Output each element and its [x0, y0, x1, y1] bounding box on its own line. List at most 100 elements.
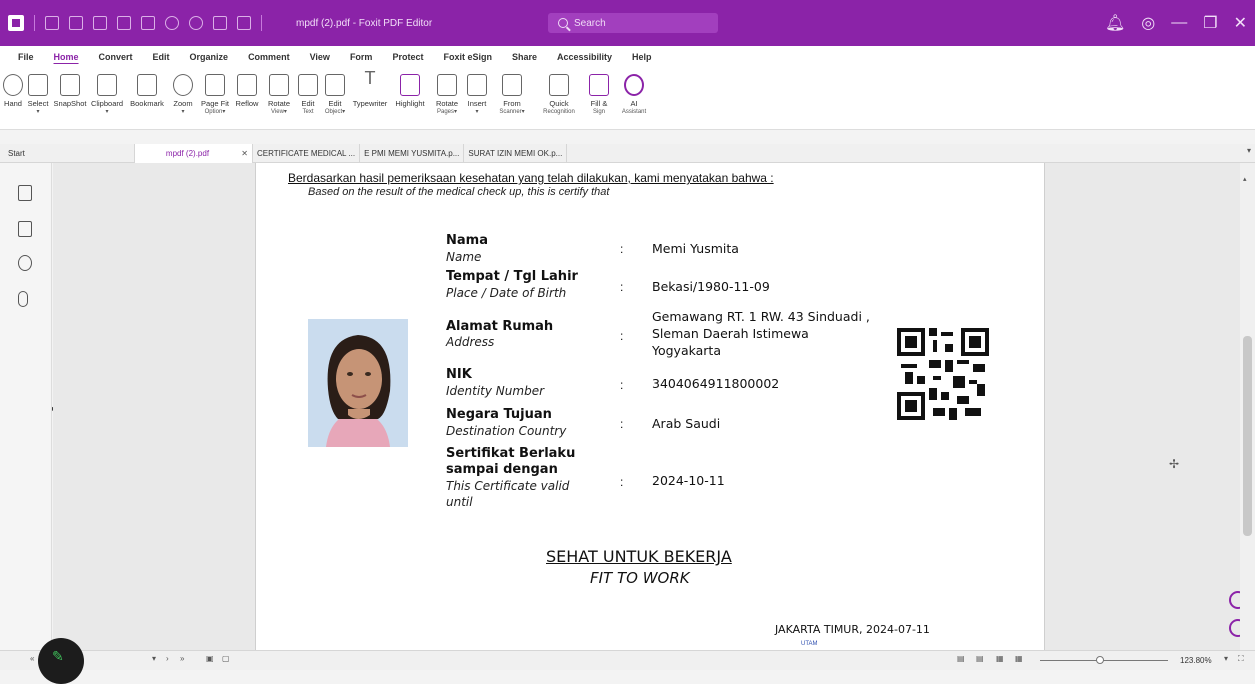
menu-help[interactable]: Help	[622, 46, 662, 68]
select-button[interactable]: Select ▾	[24, 68, 52, 117]
open-icon[interactable]	[45, 16, 59, 30]
from-scanner-button[interactable]: From Scanner▾	[490, 68, 534, 117]
pages-panel-icon[interactable]	[18, 221, 32, 237]
tab-e-pmi[interactable]: E PMI MEMI YUSMITA.p...	[360, 143, 465, 163]
support-icon[interactable]	[1229, 619, 1240, 637]
highlight-button[interactable]: Highlight	[390, 68, 430, 108]
navigation-panel	[0, 163, 52, 650]
menu-share[interactable]: Share	[502, 46, 547, 68]
scroll-up-icon[interactable]: ▴	[1243, 175, 1247, 183]
scroll-thumb[interactable]	[1243, 336, 1252, 536]
bookmark-panel-icon[interactable]	[18, 185, 32, 201]
field-valid-colon: :	[620, 475, 624, 489]
continuous-view-icon[interactable]: ▤	[976, 654, 984, 663]
new-icon[interactable]	[117, 16, 131, 30]
redo-icon[interactable]	[189, 16, 203, 30]
field-country-sublabel: Destination Country	[446, 424, 567, 438]
ai-chat-icon[interactable]	[1229, 591, 1240, 609]
menu-home[interactable]: Home	[44, 46, 89, 68]
hand-tool-icon[interactable]	[213, 16, 227, 30]
tab-list-chevron-icon[interactable]: ▾	[1247, 146, 1251, 155]
document-canvas[interactable]: Berdasarkan hasil pemeriksaan kesehatan …	[53, 163, 1240, 650]
menu-view[interactable]: View	[300, 46, 340, 68]
edit-text-button[interactable]: Edit Text	[296, 68, 320, 117]
menu-comment[interactable]: Comment	[238, 46, 300, 68]
highlight-icon	[400, 74, 420, 96]
insert-button[interactable]: Insert ▾	[464, 68, 490, 117]
bell-icon[interactable]: 🔔︎	[1105, 13, 1125, 33]
field-nik-label: NIK	[446, 367, 472, 382]
search-input[interactable]: Search	[548, 13, 718, 33]
fullscreen-icon[interactable]: ⛶	[1238, 654, 1244, 664]
pdf-page: Berdasarkan hasil pemeriksaan kesehatan …	[255, 163, 1045, 650]
rotate-view-icon	[269, 74, 289, 96]
edit-text-icon	[298, 74, 318, 96]
snapshot-button[interactable]: SnapShot	[52, 68, 88, 108]
first-page-icon[interactable]: «	[30, 654, 34, 663]
hand-button[interactable]: Hand	[2, 68, 24, 108]
minimize-icon[interactable]: —	[1171, 14, 1187, 32]
portrait-image	[308, 319, 408, 447]
fill-sign-button[interactable]: Fill & Sign	[584, 68, 614, 117]
foxit-logo-icon[interactable]	[8, 15, 24, 31]
typewriter-button[interactable]: T Typewriter	[350, 68, 390, 108]
bookmark-button[interactable]: Bookmark	[126, 68, 168, 108]
menu-accessibility[interactable]: Accessibility	[547, 46, 622, 68]
reflow-button[interactable]: Reflow	[232, 68, 262, 108]
scroll-page-icon[interactable]: ▢	[222, 654, 230, 663]
two-page-icon[interactable]: ▣	[206, 654, 214, 663]
print-icon[interactable]	[93, 16, 107, 30]
edit-object-icon	[325, 74, 345, 96]
zoom-button[interactable]: Zoom ▾	[168, 68, 198, 117]
rotate-view-button[interactable]: Rotate View▾	[262, 68, 296, 117]
menu-file[interactable]: File	[8, 46, 44, 68]
account-icon[interactable]: ◎	[1141, 13, 1155, 33]
next-page-icon[interactable]: ›	[166, 654, 169, 663]
floating-edit-button[interactable]: ✎	[38, 638, 84, 684]
zoom-slider-knob[interactable]	[1096, 656, 1104, 664]
menu-bar: File Home Convert Edit Organize Comment …	[0, 46, 1255, 68]
menu-foxit-esign[interactable]: Foxit eSign	[433, 46, 502, 68]
continuous-facing-view-icon[interactable]: ▦	[1015, 654, 1023, 663]
intro-english: Based on the result of the medical check…	[308, 186, 610, 198]
attachments-panel-icon[interactable]	[18, 291, 28, 307]
edit-object-button[interactable]: Edit Object▾	[320, 68, 350, 117]
menu-form[interactable]: Form	[340, 46, 383, 68]
customize-chevron-icon[interactable]	[272, 16, 282, 30]
tab-certificate-medical[interactable]: CERTIFICATE MEDICAL ...	[253, 143, 361, 163]
page-dropdown-icon[interactable]: ▾	[152, 654, 156, 663]
close-icon[interactable]: ✕	[1234, 13, 1247, 33]
zoom-value[interactable]: 123.80%	[1180, 656, 1212, 665]
copy-icon[interactable]	[141, 16, 155, 30]
page-fit-button[interactable]: Page Fit Option▾	[198, 68, 232, 117]
save-icon[interactable]	[69, 16, 83, 30]
comments-panel-icon[interactable]	[18, 255, 32, 271]
zoom-dropdown-icon[interactable]: ▾	[1224, 654, 1228, 663]
tab-surat-izin[interactable]: SURAT IZIN MEMI OK.p...	[464, 143, 568, 163]
single-page-view-icon[interactable]: ▤	[957, 654, 965, 663]
pen-icon[interactable]	[237, 16, 251, 30]
menu-convert[interactable]: Convert	[89, 46, 143, 68]
search-icon	[558, 18, 568, 28]
menu-protect[interactable]: Protect	[382, 46, 433, 68]
clipboard-button[interactable]: Clipboard ▾	[88, 68, 126, 117]
menu-organize[interactable]: Organize	[180, 46, 239, 68]
search-placeholder: Search	[574, 17, 606, 29]
tab-mpdf[interactable]: mpdf (2).pdf ✕	[135, 143, 253, 163]
field-country-label: Negara Tujuan	[446, 407, 552, 422]
ai-assistant-button[interactable]: AI Assistant	[614, 68, 654, 117]
tab-close-icon[interactable]: ✕	[241, 144, 248, 163]
menu-edit[interactable]: Edit	[143, 46, 180, 68]
restore-icon[interactable]: ❐	[1203, 13, 1217, 33]
quick-recognition-button[interactable]: Quick Recognition	[534, 68, 584, 117]
typewriter-icon: T	[364, 68, 376, 88]
zoom-slider[interactable]	[1040, 660, 1168, 661]
facing-view-icon[interactable]: ▦	[996, 654, 1004, 663]
vertical-scrollbar[interactable]: ▴	[1240, 163, 1255, 650]
rotate-pages-button[interactable]: Rotate Pages▾	[430, 68, 464, 117]
field-valid-value: 2024-10-11	[652, 473, 725, 488]
undo-icon[interactable]	[165, 16, 179, 30]
page-fit-icon	[205, 74, 225, 96]
last-page-icon[interactable]: »	[180, 654, 184, 663]
tab-start[interactable]: Start	[0, 143, 135, 163]
